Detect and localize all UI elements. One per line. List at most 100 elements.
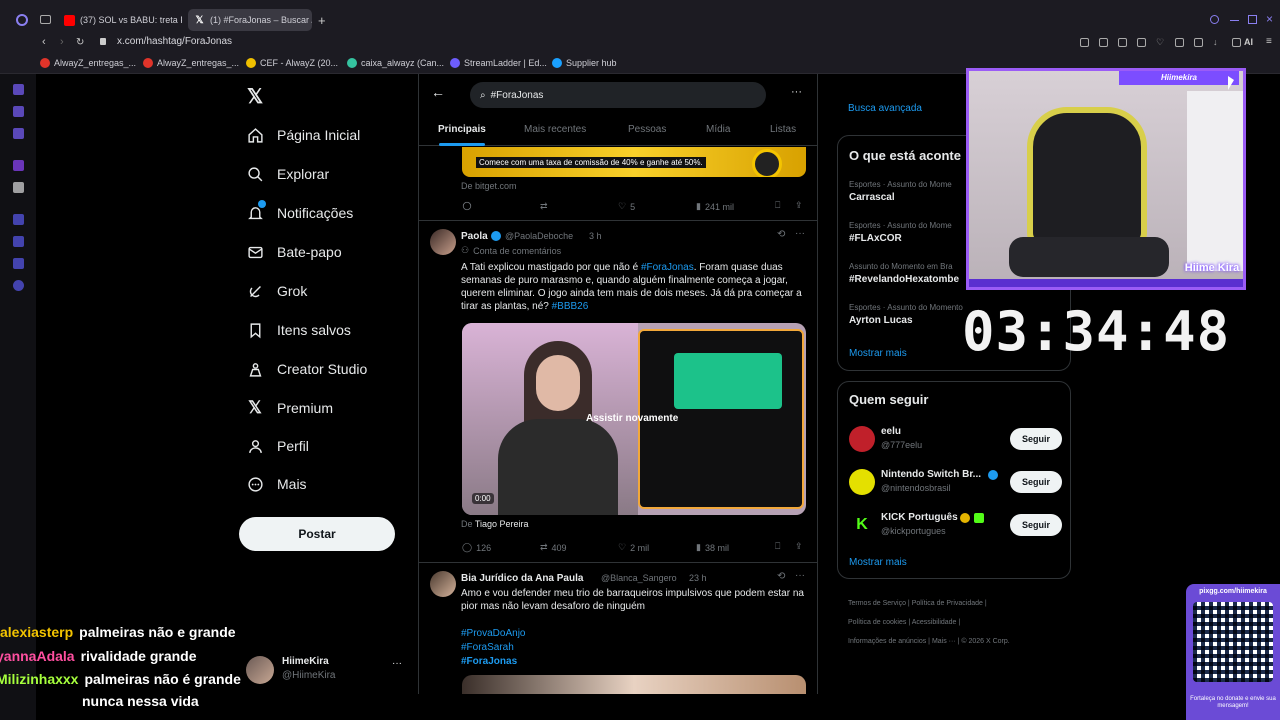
sidebar-app-icon[interactable] xyxy=(13,258,24,269)
video-replay-label[interactable]: Assistir novamente xyxy=(586,413,678,424)
post-button[interactable]: Postar xyxy=(239,517,395,551)
sidebar-app-icon[interactable] xyxy=(13,84,24,95)
tweet-paola[interactable]: Paola @PaolaDeboche 3 h ⟲ ··· ⚇ Conta de … xyxy=(419,221,817,561)
browser-menu-icon[interactable] xyxy=(16,14,28,26)
follow-suggestion[interactable]: eelu @777eelu Seguir xyxy=(838,424,1072,458)
views-button[interactable]: ▮ 38 mil xyxy=(696,542,729,553)
more-options-icon[interactable]: ··· xyxy=(791,86,802,98)
extension-icon[interactable] xyxy=(1080,38,1089,47)
bookmark-item[interactable]: CEF - AlwayZ (20... xyxy=(246,58,338,68)
trend-item[interactable]: Esportes · Assunto do Mome #FLAxCOR xyxy=(849,221,952,244)
retweet-button[interactable]: ⇄ xyxy=(540,201,548,212)
tweet-author-name[interactable]: Paola xyxy=(461,231,488,242)
show-more-link[interactable]: Mostrar mais xyxy=(849,557,907,568)
tweet-video[interactable]: Assistir novamente 0:00 xyxy=(462,323,806,515)
nav-item-profile[interactable]: Perfil xyxy=(246,431,309,461)
avatar[interactable] xyxy=(430,571,456,597)
reply-button[interactable]: ◯ 126 xyxy=(462,542,491,553)
sidebar-app-icon[interactable] xyxy=(13,236,24,247)
account-switcher[interactable]: HiimeKira @HiimeKira ··· xyxy=(246,654,406,686)
new-tab-button[interactable]: + xyxy=(318,13,326,28)
show-more-link[interactable]: Mostrar mais xyxy=(849,348,907,359)
views-button[interactable]: ▮ 241 mil xyxy=(696,201,734,212)
nav-item-creator-studio[interactable]: Creator Studio xyxy=(246,354,367,384)
url-input[interactable]: x.com/hashtag/ForaJonas xyxy=(117,36,232,47)
search-tabs-icon[interactable] xyxy=(1210,15,1219,24)
trend-item[interactable]: Esportes · Assunto do Mome Carrascal xyxy=(849,180,952,203)
menu-icon[interactable]: ≡ xyxy=(1266,36,1272,47)
trend-item[interactable]: Esportes · Assunto do Momento Ayrton Luc… xyxy=(849,303,963,326)
back-arrow-icon[interactable]: ← xyxy=(431,84,445,100)
follow-button[interactable]: Seguir xyxy=(1010,514,1062,536)
extension-icon[interactable] xyxy=(1232,38,1241,47)
more-options-icon[interactable]: ··· xyxy=(392,658,402,669)
footer-link[interactable]: Mais ··· xyxy=(932,638,956,645)
share-button[interactable]: ⇪ xyxy=(795,541,803,552)
sidebar-app-icon[interactable] xyxy=(13,128,24,139)
maximize-button[interactable] xyxy=(1248,15,1257,24)
follow-button[interactable]: Seguir xyxy=(1010,471,1062,493)
tab-midia[interactable]: Mídia xyxy=(706,124,730,135)
tweet-bia[interactable]: Bia Jurídico da Ana Paula @Blanca_Sanger… xyxy=(419,563,817,694)
tab-listas[interactable]: Listas xyxy=(770,124,796,135)
download-icon[interactable]: ↓ xyxy=(1213,38,1222,47)
footer-link[interactable]: Termos de Serviço xyxy=(848,600,906,607)
tweet-time[interactable]: 3 h xyxy=(589,231,602,241)
tab-overview-icon[interactable] xyxy=(40,15,51,24)
nav-item-notifications[interactable]: Notificações xyxy=(246,198,353,228)
nav-item-more[interactable]: Mais xyxy=(246,469,307,499)
nav-item-chat[interactable]: Bate-papo xyxy=(246,237,342,267)
more-options-icon[interactable]: ··· xyxy=(795,228,805,239)
bookmark-item[interactable]: Supplier hub xyxy=(552,58,617,68)
advanced-search-link[interactable]: Busca avançada xyxy=(848,103,922,114)
footer-link[interactable]: Política de cookies xyxy=(848,619,906,626)
footer-link[interactable]: Informações de anúncios xyxy=(848,638,926,645)
hashtag-link[interactable]: #ProvaDoAnjo xyxy=(461,627,525,640)
bookmark-item[interactable]: StreamLadder | Ed... xyxy=(450,58,547,68)
settings-icon[interactable] xyxy=(13,280,24,291)
forward-icon[interactable]: › xyxy=(60,36,64,48)
grok-icon[interactable]: ⟲ xyxy=(777,229,785,240)
ad-banner[interactable]: Comece com uma taxa de comissão de 40% e… xyxy=(462,147,806,177)
nav-item-premium[interactable]: 𝕏 Premium xyxy=(246,393,333,423)
tweet-handle[interactable]: @Blanca_Sangero xyxy=(601,573,677,583)
twitch-icon[interactable] xyxy=(13,160,24,171)
reply-button[interactable] xyxy=(462,201,476,211)
tweet-author-name[interactable]: Bia Jurídico da Ana Paula xyxy=(461,573,583,584)
bookmark-item[interactable]: AlwayZ_entregas_... xyxy=(143,58,239,68)
reload-icon[interactable]: ↻ xyxy=(76,37,84,48)
close-window-button[interactable]: × xyxy=(1266,12,1273,26)
like-button[interactable]: ♡ 2 mil xyxy=(618,542,649,553)
extension-icon[interactable] xyxy=(1118,38,1127,47)
hashtag-link[interactable]: #ForaSarah xyxy=(461,641,514,654)
hashtag-link[interactable]: #BBB26 xyxy=(552,301,589,312)
bookmark-item[interactable]: AlwayZ_entregas_... xyxy=(40,58,136,68)
extension-icon[interactable] xyxy=(1137,38,1146,47)
nav-item-grok[interactable]: Grok xyxy=(246,276,307,306)
extension-icon[interactable] xyxy=(1175,38,1184,47)
tweet-time[interactable]: 23 h xyxy=(689,573,707,583)
extension-icon[interactable] xyxy=(1194,38,1203,47)
follow-button[interactable]: Seguir xyxy=(1010,428,1062,450)
tweet-handle[interactable]: @PaolaDeboche xyxy=(505,231,573,241)
back-icon[interactable]: ‹ xyxy=(42,36,46,48)
ad-source[interactable]: De bitget.com xyxy=(461,181,517,191)
retweet-button[interactable]: ⇄ 409 xyxy=(540,542,567,553)
footer-link[interactable]: Acessibilidade xyxy=(912,619,957,626)
share-button[interactable]: ⇪ xyxy=(795,200,803,211)
hashtag-link[interactable]: #ForaJonas xyxy=(461,655,517,668)
tab-pessoas[interactable]: Pessoas xyxy=(628,124,666,135)
bookmark-button[interactable]: ⎕ xyxy=(775,200,780,211)
sidebar-app-icon[interactable] xyxy=(13,106,24,117)
hashtag-link[interactable]: #ForaJonas xyxy=(641,262,694,273)
nav-item-explore[interactable]: Explorar xyxy=(246,159,329,189)
credit-author[interactable]: Tiago Pereira xyxy=(475,519,529,529)
tweet-image[interactable] xyxy=(462,675,806,694)
follow-suggestion[interactable]: Nintendo Switch Br... @nintendosbrasil S… xyxy=(838,467,1072,501)
avatar[interactable] xyxy=(430,229,456,255)
minimize-button[interactable] xyxy=(1230,20,1239,21)
heart-icon[interactable]: ♡ xyxy=(1156,38,1165,47)
trend-item[interactable]: Assunto do Momento em Bra #RevelandoHexa… xyxy=(849,262,959,285)
ai-button[interactable]: AI xyxy=(1244,37,1253,47)
extension-icon[interactable] xyxy=(1099,38,1108,47)
